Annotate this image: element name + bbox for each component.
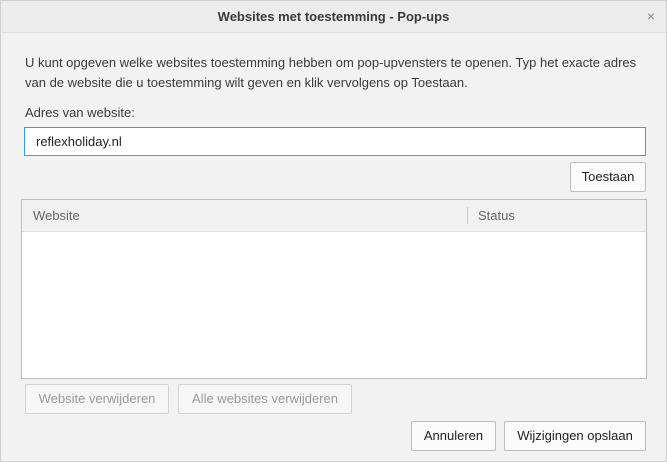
websites-table: Website Status: [21, 199, 647, 379]
column-header-status[interactable]: Status: [478, 200, 515, 231]
dialog-description: U kunt opgeven welke websites toestemmin…: [25, 55, 637, 90]
table-body[interactable]: [22, 232, 646, 378]
column-header-website[interactable]: Website: [33, 200, 80, 231]
permissions-dialog: Websites met toestemming - Pop-ups × U k…: [0, 0, 667, 462]
cancel-button[interactable]: Annuleren: [411, 421, 496, 451]
table-header: Website Status: [22, 200, 646, 232]
column-divider: [467, 207, 468, 224]
website-address-input[interactable]: [24, 127, 646, 156]
remove-all-websites-button[interactable]: Alle websites verwijderen: [178, 384, 352, 414]
dialog-title: Websites met toestemming - Pop-ups: [217, 9, 450, 24]
save-changes-button[interactable]: Wijzigingen opslaan: [504, 421, 646, 451]
allow-button[interactable]: Toestaan: [570, 162, 646, 192]
remove-website-button[interactable]: Website verwijderen: [25, 384, 169, 414]
title-bar: Websites met toestemming - Pop-ups ×: [1, 1, 666, 33]
address-label: Adres van website:: [25, 105, 135, 120]
close-icon[interactable]: ×: [644, 9, 658, 23]
